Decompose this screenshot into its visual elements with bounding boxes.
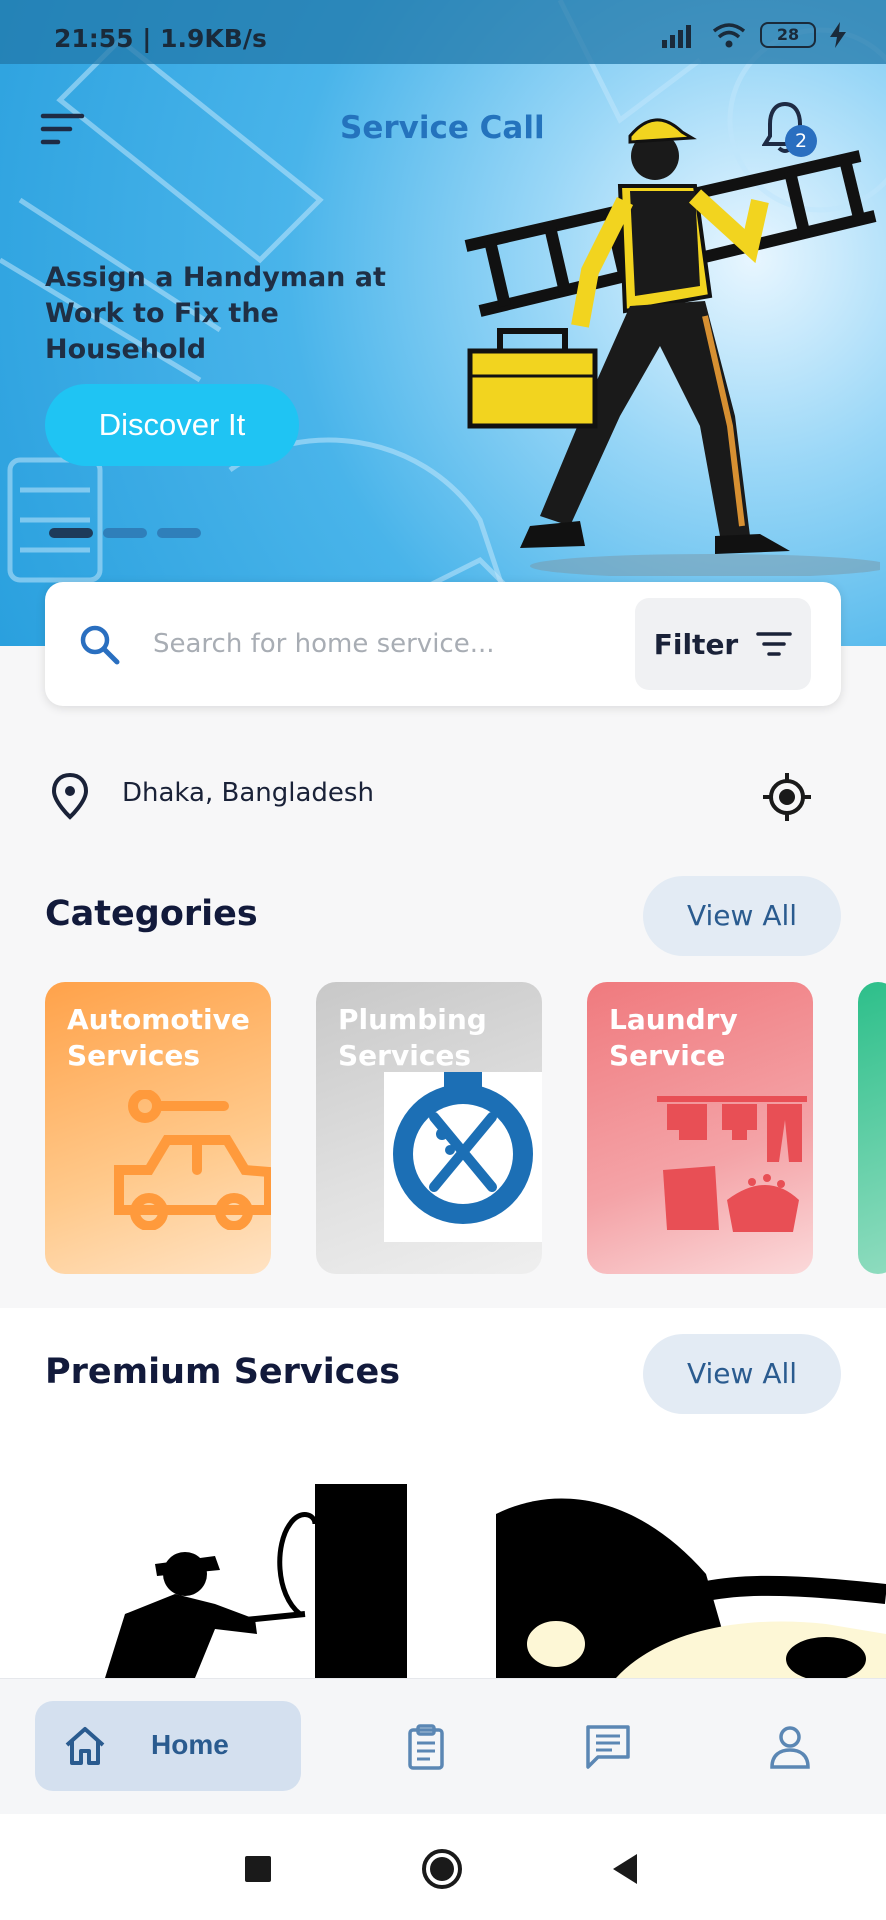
handyman-illustration <box>464 118 880 576</box>
charging-icon <box>830 22 846 48</box>
category-card-automotive[interactable]: Automotive Services <box>45 982 271 1274</box>
home-icon <box>65 1727 105 1765</box>
clipboard-icon[interactable] <box>402 1723 450 1771</box>
discover-button[interactable]: Discover It <box>45 384 299 466</box>
filter-icon <box>756 632 792 656</box>
recents-icon[interactable] <box>237 1848 279 1890</box>
nav-home-button[interactable]: Home <box>35 1701 301 1791</box>
battery-indicator: 28 <box>760 22 816 48</box>
categories-title: Categories <box>45 894 258 934</box>
category-label: Automotive Services <box>67 1003 250 1072</box>
car-service-image <box>496 1498 886 1678</box>
search-input[interactable] <box>153 620 553 668</box>
nav-home-label: Home <box>151 1729 229 1760</box>
home-system-icon[interactable] <box>421 1848 463 1890</box>
search-icon <box>80 625 120 665</box>
bottom-navigation: Home <box>0 1678 886 1814</box>
current-location-icon[interactable] <box>762 772 812 822</box>
category-card-plumbing[interactable]: Plumbing Services <box>316 982 542 1274</box>
category-label: Laundry Service <box>609 1003 738 1072</box>
location-text[interactable]: Dhaka, Bangladesh <box>122 778 374 808</box>
car-wrench-icon <box>114 1090 271 1230</box>
wifi-icon <box>712 23 746 48</box>
status-icons: 28 <box>662 22 846 48</box>
premium-view-all-button[interactable]: View All <box>643 1334 841 1414</box>
status-time: 21:55 | 1.9KB/s <box>54 24 267 53</box>
signal-icon <box>662 25 691 48</box>
carousel-dot[interactable] <box>49 528 93 538</box>
status-bar: 21:55 | 1.9KB/s 28 <box>0 0 886 64</box>
plumbing-logo <box>384 1072 542 1242</box>
premium-service-card[interactable] <box>45 1484 451 1678</box>
profile-icon[interactable] <box>766 1723 814 1771</box>
carousel-dot[interactable] <box>103 528 147 538</box>
chat-icon[interactable] <box>584 1723 632 1771</box>
carousel-indicators[interactable] <box>49 528 201 538</box>
menu-icon[interactable] <box>40 112 86 146</box>
category-card-next[interactable] <box>858 982 886 1274</box>
filter-label: Filter <box>653 627 739 661</box>
category-card-laundry[interactable]: Laundry Service <box>587 982 813 1274</box>
laundry-icon <box>657 1096 807 1232</box>
premium-service-card[interactable] <box>496 1484 886 1678</box>
carousel-dot[interactable] <box>157 528 201 538</box>
back-icon[interactable] <box>605 1848 647 1890</box>
search-bar: Filter <box>45 582 841 706</box>
categories-view-all-button[interactable]: View All <box>643 876 841 956</box>
filter-button[interactable]: Filter <box>635 598 811 690</box>
category-label: Plumbing Services <box>338 1003 487 1072</box>
hero-banner[interactable]: 21:55 | 1.9KB/s 28 Service Call 2 Assign… <box>0 0 886 646</box>
location-pin-icon <box>51 772 89 820</box>
system-navigation-bar <box>0 1814 886 1920</box>
hero-headline: Assign a Handyman at Work to Fix the Hou… <box>45 262 386 365</box>
premium-services-title: Premium Services <box>45 1352 401 1392</box>
electrician-silhouette-image <box>105 1484 407 1678</box>
